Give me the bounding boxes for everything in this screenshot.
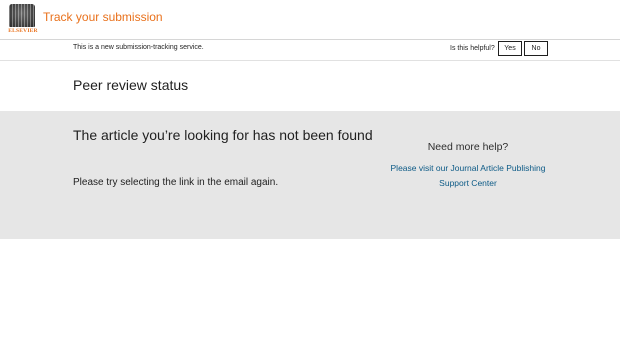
app-title: Track your submission <box>43 10 163 24</box>
no-button[interactable]: No <box>524 41 548 56</box>
logo-wordmark: ELSEVIER <box>8 28 38 34</box>
app-header: ELSEVIER Track your submission <box>0 0 620 40</box>
notice-text: This is a new submission-tracking servic… <box>73 44 204 51</box>
help-heading: Need more help? <box>427 141 509 153</box>
not-found-heading: The article you’re looking for has not b… <box>73 127 373 143</box>
support-center-link[interactable]: Please visit our Journal Article Publish… <box>390 161 546 191</box>
yes-button[interactable]: Yes <box>498 41 522 56</box>
not-found-subtext: Please try selecting the link in the ema… <box>73 177 279 188</box>
elsevier-logo[interactable]: ELSEVIER <box>8 4 38 35</box>
status-panel: The article you’re looking for has not b… <box>0 111 620 239</box>
tree-icon <box>9 4 35 27</box>
helpful-question: Is this helpful? <box>450 45 495 52</box>
feedback-bar: This is a new submission-tracking servic… <box>0 40 620 61</box>
page-title: Peer review status <box>73 77 189 93</box>
